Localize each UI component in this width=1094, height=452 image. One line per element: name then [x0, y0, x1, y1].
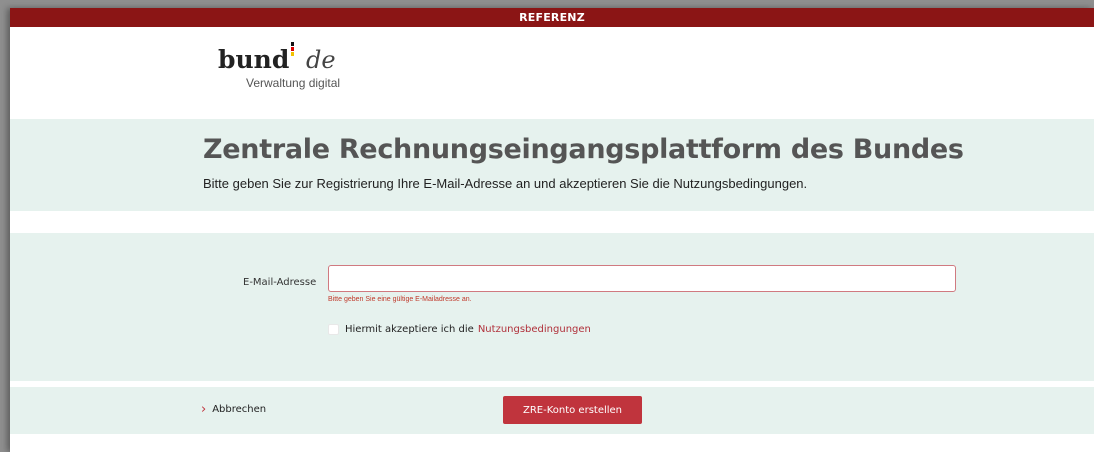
logo-tagline: Verwaltung digital — [246, 76, 341, 90]
email-input[interactable] — [328, 265, 956, 292]
terms-label: Hiermit akzeptiere ich die — [345, 324, 474, 335]
intro-section: Zentrale Rechnungseingangsplattform des … — [10, 119, 1094, 211]
logo-flag-dots — [291, 42, 294, 57]
chevron-right-icon: › — [201, 401, 207, 417]
logo-word: bund — [218, 45, 290, 74]
actions-bar: › Abbrechen ZRE-Konto erstellen — [10, 387, 1094, 434]
email-label: E-Mail-Adresse — [243, 277, 317, 288]
logo-wordmark: bund de — [218, 42, 340, 74]
email-error-message: Bitte geben Sie eine gültige E-Mailadres… — [328, 296, 472, 303]
browser-page: REFERENZ bund de Verwaltung digital Zent… — [10, 8, 1094, 452]
logo-suffix: de — [306, 46, 336, 74]
environment-banner: REFERENZ — [10, 8, 1094, 27]
create-account-button[interactable]: ZRE-Konto erstellen — [503, 396, 642, 424]
page-description: Bitte geben Sie zur Registrierung Ihre E… — [203, 176, 808, 191]
cancel-label: Abbrechen — [212, 404, 267, 415]
terms-row: Hiermit akzeptiere ich die Nutzungsbedin… — [328, 324, 591, 335]
registration-form: E-Mail-Adresse Bitte geben Sie eine gült… — [10, 233, 1094, 381]
terms-checkbox[interactable] — [328, 324, 339, 335]
terms-link[interactable]: Nutzungsbedingungen — [478, 324, 591, 335]
cancel-link[interactable]: › Abbrechen — [201, 401, 267, 417]
bund-de-logo[interactable]: bund de Verwaltung digital — [218, 42, 341, 90]
page-title: Zentrale Rechnungseingangsplattform des … — [203, 134, 964, 165]
